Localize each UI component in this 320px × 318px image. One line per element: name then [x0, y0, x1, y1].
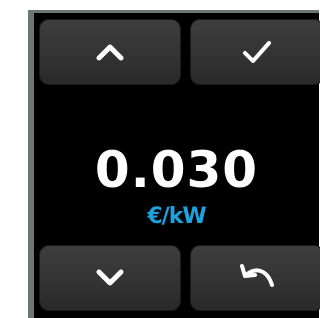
setting-unit: €/kW: [147, 204, 206, 229]
increase-button[interactable]: [39, 19, 181, 85]
back-button[interactable]: [190, 245, 320, 311]
device-frame: 0.030 €/kW: [0, 0, 320, 318]
undo-arrow-icon: [240, 264, 274, 287]
chevron-down-icon: [96, 269, 124, 286]
chevron-up-icon: [96, 44, 124, 61]
setting-value: 0.030: [94, 141, 259, 199]
confirm-button[interactable]: [190, 19, 320, 85]
decrease-button[interactable]: [39, 245, 181, 311]
checkmark-icon: [243, 41, 271, 63]
